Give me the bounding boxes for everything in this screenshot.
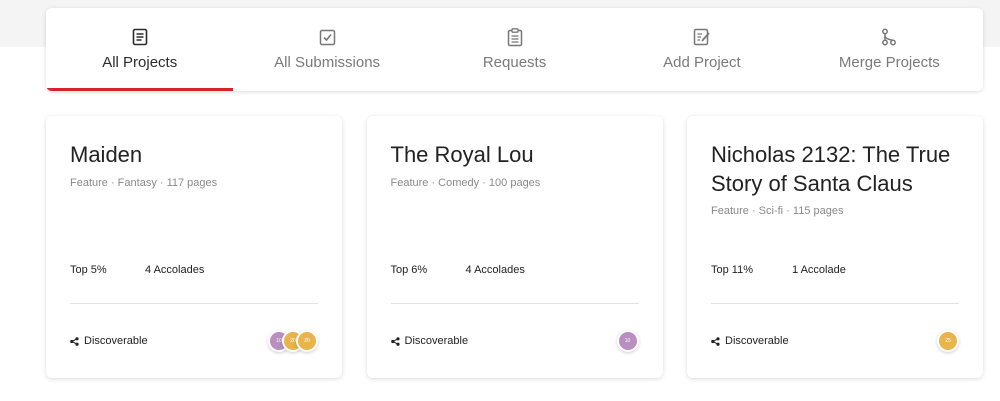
discoverable-status[interactable]: Discoverable	[711, 335, 789, 347]
tab-requests[interactable]: Requests	[421, 8, 608, 91]
rank-label: Top 11%	[711, 264, 753, 276]
tab-label: Requests	[482, 54, 547, 71]
tab-label: All Projects	[102, 54, 178, 71]
project-meta: Feature · Sci-fi · 115 pages	[711, 205, 844, 217]
edit-document-icon	[693, 28, 711, 46]
rank-label: Top 6%	[390, 264, 428, 276]
project-meta: Feature · Fantasy · 117 pages	[70, 177, 218, 189]
divider	[711, 303, 959, 304]
visibility-label: Discoverable	[404, 335, 469, 347]
project-list: Maiden Feature · Fantasy · 117 pages Top…	[46, 116, 983, 378]
divider	[390, 303, 639, 304]
accolade-badge[interactable]: 20	[296, 330, 318, 352]
tab-label: Add Project	[663, 54, 741, 71]
project-card[interactable]: Maiden Feature · Fantasy · 117 pages Top…	[46, 116, 342, 378]
share-icon	[711, 336, 720, 346]
project-card[interactable]: Nicholas 2132: The True Story of Santa C…	[687, 116, 983, 378]
accolades-label: 4 Accolades	[145, 264, 205, 276]
accolades-label: 1 Accolade	[792, 264, 846, 276]
checkbox-icon	[318, 28, 336, 46]
accolade-badges: 10 20 20	[268, 330, 318, 352]
tab-label: All Submissions	[274, 54, 381, 71]
tab-all-submissions[interactable]: All Submissions	[233, 8, 420, 91]
accolade-badge[interactable]: 25	[937, 330, 959, 352]
accolade-badges: 25	[937, 330, 959, 352]
accolade-badges: 10	[616, 330, 639, 352]
project-stats: Top 6% 4 Accolades	[391, 264, 525, 276]
tab-all-projects[interactable]: All Projects	[46, 8, 234, 91]
visibility-label: Discoverable	[725, 335, 789, 347]
project-title: The Royal Lou	[390, 142, 534, 167]
accolade-badge[interactable]: 10	[616, 330, 639, 352]
discoverable-status[interactable]: Discoverable	[390, 335, 469, 347]
discoverable-status[interactable]: Discoverable	[70, 335, 148, 347]
project-stats: Top 5% 4 Accolades	[70, 264, 204, 276]
share-icon	[70, 336, 79, 346]
document-icon	[131, 28, 149, 46]
clipboard-icon	[506, 27, 524, 46]
share-icon	[390, 336, 400, 346]
rank-label: Top 5%	[70, 264, 107, 276]
project-meta: Feature · Comedy · 100 pages	[390, 177, 541, 189]
tab-merge-projects[interactable]: Merge Projects	[796, 8, 983, 91]
tab-label: Merge Projects	[838, 54, 940, 71]
tab-add-project[interactable]: Add Project	[608, 8, 795, 91]
merge-icon	[880, 28, 898, 46]
project-title: Maiden	[70, 142, 143, 167]
project-tabs: All Projects All Submissions Requests Ad…	[46, 8, 983, 91]
project-card[interactable]: The Royal Lou Feature · Comedy · 100 pag…	[366, 116, 663, 378]
visibility-label: Discoverable	[84, 335, 148, 347]
divider	[70, 303, 318, 304]
project-title: Nicholas 2132: The True Story of Santa C…	[711, 142, 951, 196]
project-stats: Top 11% 1 Accolade	[711, 264, 846, 276]
accolades-label: 4 Accolades	[465, 264, 525, 276]
